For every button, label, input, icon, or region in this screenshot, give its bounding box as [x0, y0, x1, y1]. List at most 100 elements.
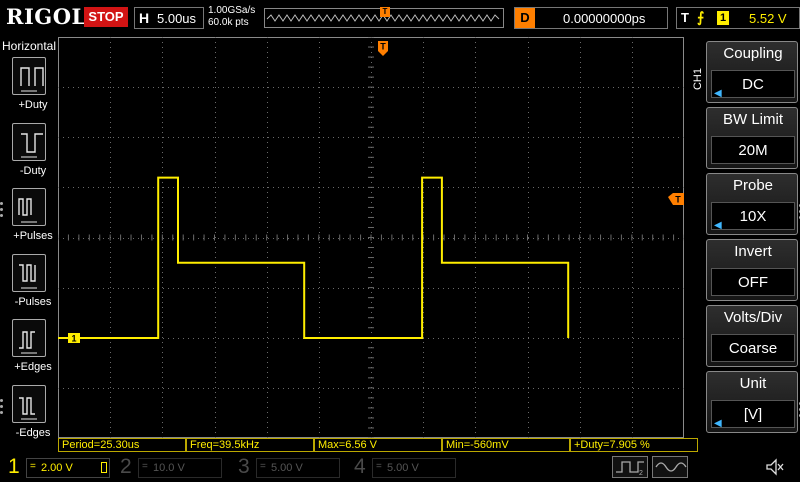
positive-pulses-icon — [12, 188, 46, 226]
negative-edges-icon — [12, 384, 46, 423]
channel-1-trace — [58, 176, 570, 339]
trigger-box[interactable]: T ⨍ 1 5.52 V — [676, 7, 800, 29]
channel-menu-value-text: Coarse — [728, 340, 778, 357]
channel-menu-item-1[interactable]: Coupling ◀ DC — [706, 41, 798, 103]
channel-menu-item-3[interactable]: Probe ◀ 10X — [706, 173, 800, 235]
horizontal-menu-item-1[interactable]: +Duty — [8, 57, 58, 119]
positive-edges-icon — [12, 319, 46, 357]
channel-menu-value-text: 20M — [738, 142, 768, 159]
horizontal-menu-label: +Edges — [14, 361, 52, 373]
waveform-display[interactable]: 1 T T — [58, 37, 684, 438]
horizontal-menu-label: -Pulses — [14, 295, 52, 308]
pulse-waveform-button[interactable]: 2 — [612, 456, 648, 478]
trigger-source: 1 — [717, 11, 729, 25]
channel-menu-item-value: ◀ DC — [711, 70, 795, 99]
channel-menu-value-text: 10X — [739, 208, 767, 225]
knob-arrow-icon: ◀ — [714, 88, 722, 99]
delay-value: 0.00000000ps — [563, 11, 646, 26]
horizontal-menu-item-4[interactable]: -Pulses — [8, 253, 58, 316]
channel-1-marker[interactable]: 1 — [68, 333, 80, 344]
measurement-bar: Period=25.30us Freq=39.5kHz Max=6.56 V Min=… — [58, 438, 698, 452]
horizontal-menu-item-6[interactable]: -Edges — [8, 384, 58, 447]
channel-menu-item-5[interactable]: Volts/Div Coarse — [706, 305, 798, 367]
channel-2-scale-box[interactable]: = 10.0 V — [138, 458, 222, 478]
horizontal-menu-item-5[interactable]: +Edges — [8, 319, 58, 381]
channel-menu-item-4[interactable]: Invert OFF — [706, 239, 798, 301]
horizontal-menu-item-2[interactable]: -Duty — [8, 122, 58, 185]
timebase-scale: 5.00us — [157, 11, 197, 26]
top-status-bar: RIGOL STOP H 5.00us 1.00GSa/s 60.0k pts … — [0, 0, 800, 36]
knob-arrow-icon: ◀ — [714, 220, 722, 231]
trigger-position-marker[interactable]: T — [378, 41, 388, 56]
acquisition-info: 1.00GSa/s 60.0k pts — [208, 5, 255, 29]
channel-1-number[interactable]: 1 — [8, 454, 20, 480]
channel-status-bar: 1 = 2.00 V 2 = 10.0 V 3 = 5.00 V 4 = 5.00 V 2 — [0, 454, 800, 480]
channel-3-number[interactable]: 3 — [238, 454, 250, 480]
channel-menu-item-value: 20M — [711, 136, 795, 164]
channel-1-scale-box[interactable]: = 2.00 V — [26, 458, 110, 478]
svg-text:T: T — [380, 42, 386, 52]
measurement-item[interactable]: Period=25.30us — [58, 438, 186, 452]
dc-coupling-icon: = — [376, 461, 382, 472]
measurement-item[interactable]: Max=6.56 V — [314, 438, 442, 452]
horizontal-menu-label: -Duty — [19, 164, 47, 177]
horizontal-menu-label: -Edges — [15, 426, 51, 439]
square-wave-icon: 2 — [616, 461, 644, 477]
negative-pulses-icon — [12, 253, 46, 292]
channel-menu-item-value: ◀ 10X — [711, 202, 795, 231]
channel-menu-item-2[interactable]: BW Limit 20M — [706, 107, 798, 169]
channel-menu-item-value: ◀ [V] — [711, 400, 795, 429]
channel-menu-item-title: Coupling — [723, 45, 783, 62]
horizontal-menu-label: +Duty — [18, 99, 48, 111]
channel-scale: 5.00 V — [387, 462, 419, 474]
more-options-icon — [0, 202, 4, 222]
knob-arrow-icon: ◀ — [714, 418, 722, 429]
positive-duty-icon — [12, 57, 46, 95]
horizontal-menu-item-3[interactable]: +Pulses — [8, 188, 58, 250]
memory-trigger-marker: T — [380, 7, 390, 17]
dc-coupling-icon: = — [30, 461, 36, 472]
speaker-muted-icon[interactable] — [764, 457, 784, 477]
sine-wave-icon — [655, 462, 687, 472]
sine-waveform-button[interactable] — [652, 456, 688, 478]
measurement-item[interactable]: Min=-560mV — [442, 438, 570, 452]
delay-letter: D — [515, 8, 535, 28]
svg-text:1: 1 — [71, 334, 76, 344]
timebase-letter: H — [139, 10, 150, 26]
channel-1-menu: CH1 Coupling ◀ DC BW Limit 20M Probe ◀ 10X Inver… — [692, 37, 800, 443]
channel-menu-item-title: Probe — [732, 177, 774, 194]
bandwidth-limit-icon — [101, 462, 107, 473]
left-menu-title: Horizontal — [2, 39, 57, 53]
svg-text:T: T — [675, 195, 681, 205]
channel-menu-value-text: [V] — [743, 406, 763, 423]
channel-menu-item-title: Volts/Div — [723, 309, 783, 326]
trigger-letter: T — [681, 10, 689, 25]
channel-scale: 2.00 V — [41, 462, 73, 474]
channel-menu-item-title: Invert — [734, 243, 772, 260]
graticule — [58, 37, 684, 438]
channel-4-scale-box[interactable]: = 5.00 V — [372, 458, 456, 478]
horizontal-measure-menu: Horizontal +Duty -Duty +Pulses -Pulses +Edge… — [0, 37, 58, 443]
channel-menu-label: CH1 — [692, 67, 705, 91]
channel-4-number[interactable]: 4 — [354, 454, 366, 480]
brand-logo: RIGOL — [6, 4, 87, 29]
negative-duty-icon — [12, 122, 46, 161]
timebase-box[interactable]: H 5.00us — [134, 7, 204, 29]
channel-scale: 5.00 V — [271, 462, 303, 474]
horizontal-menu-label: +Pulses — [13, 230, 53, 242]
measurement-item[interactable]: Freq=39.5kHz — [186, 438, 314, 452]
trigger-level-marker[interactable]: T — [668, 193, 684, 205]
channel-scale: 10.0 V — [153, 462, 185, 474]
channel-menu-item-title: Unit — [739, 375, 767, 392]
channel-2-number[interactable]: 2 — [120, 454, 132, 480]
measurement-item[interactable]: +Duty=7.905 % — [570, 438, 698, 452]
sample-rate: 1.00GSa/s — [208, 5, 256, 16]
channel-menu-item-value: Coarse — [711, 334, 795, 362]
run-stop-indicator[interactable]: STOP — [84, 7, 128, 27]
memory-depth: 60.0k pts — [208, 17, 249, 28]
channel-3-scale-box[interactable]: = 5.00 V — [256, 458, 340, 478]
channel-menu-item-6[interactable]: Unit ◀ [V] — [706, 371, 800, 433]
channel-menu-item-value: OFF — [711, 268, 795, 296]
delay-box[interactable]: D 0.00000000ps — [514, 7, 668, 29]
dc-coupling-icon: = — [260, 461, 266, 472]
